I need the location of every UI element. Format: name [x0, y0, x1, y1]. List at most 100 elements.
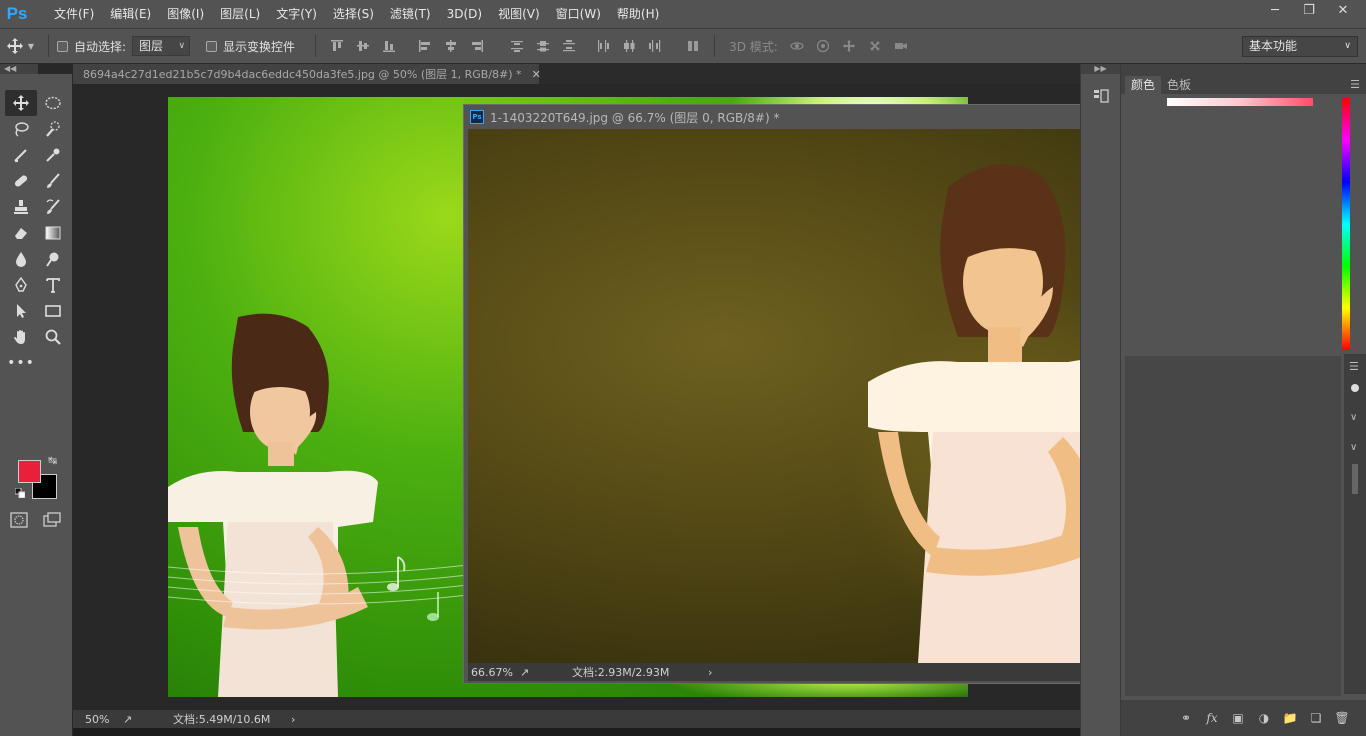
align-right-icon[interactable]	[464, 36, 490, 56]
type-tool[interactable]	[37, 272, 69, 298]
hand-tool[interactable]	[5, 324, 37, 350]
gradient-tool[interactable]	[37, 220, 69, 246]
hue-slider[interactable]	[1342, 98, 1350, 350]
menu-help[interactable]: 帮助(H)	[609, 0, 667, 28]
menu-select[interactable]: 选择(S)	[325, 0, 382, 28]
bandage-icon	[14, 175, 28, 187]
distribute-left-icon[interactable]	[590, 36, 616, 56]
minimize-icon[interactable]: ─	[1258, 0, 1292, 20]
color-spectrum[interactable]	[1167, 98, 1313, 106]
3d-slide-icon[interactable]	[862, 36, 888, 56]
default-colors-icon[interactable]	[15, 488, 25, 498]
brush-tool[interactable]	[37, 168, 69, 194]
menu-view[interactable]: 视图(V)	[490, 0, 548, 28]
share-icon[interactable]: ↗	[123, 713, 153, 726]
menu-3d[interactable]: 3D(D)	[439, 0, 490, 28]
panel-collapse-handle[interactable]: ▶▶	[1081, 64, 1120, 74]
adjustment-layer-icon[interactable]: ◑	[1255, 711, 1273, 725]
history-brush-tool[interactable]	[37, 194, 69, 220]
3d-camera-icon[interactable]	[888, 36, 914, 56]
close-icon[interactable]: ✕	[532, 68, 541, 81]
ellipse-marquee-icon	[45, 96, 61, 110]
blur-tool[interactable]	[5, 246, 37, 272]
rectangle-tool[interactable]	[37, 298, 69, 324]
3d-orbit-icon[interactable]	[784, 36, 810, 56]
3d-drag-icon[interactable]	[836, 36, 862, 56]
zoom-level[interactable]: 50%	[73, 713, 123, 726]
distribute-top-icon[interactable]	[504, 36, 530, 56]
show-transform-checkbox[interactable]	[206, 40, 218, 52]
layer-mask-icon[interactable]: ▣	[1229, 711, 1247, 725]
opacity-slider-knob[interactable]	[1351, 384, 1359, 392]
move-tool-preset[interactable]: ▼	[0, 29, 40, 63]
chevron-down-icon[interactable]: ∨	[1350, 412, 1357, 423]
tab-swatches[interactable]: 色板	[1161, 76, 1197, 94]
quick-mask-icon[interactable]	[10, 512, 28, 528]
panel-menu-icon[interactable]: ☰	[1350, 78, 1360, 91]
layer-style-fx-icon[interactable]: fx	[1203, 711, 1221, 725]
align-bottom-icon[interactable]	[376, 36, 402, 56]
eyedropper-tool[interactable]	[37, 142, 69, 168]
chevron-right-icon[interactable]: ›	[291, 713, 295, 726]
dodge-tool[interactable]	[37, 246, 69, 272]
chevron-down-icon[interactable]: ∨	[1350, 442, 1357, 453]
foreground-color-swatch[interactable]	[18, 460, 41, 483]
distribute-bottom-icon[interactable]	[556, 36, 582, 56]
distribute-vcenter-icon[interactable]	[530, 36, 556, 56]
distribute-hcenter-icon[interactable]	[616, 36, 642, 56]
menu-layer[interactable]: 图层(L)	[212, 0, 268, 28]
align-hcenter-icon[interactable]	[438, 36, 464, 56]
new-layer-icon[interactable]: ❏	[1307, 711, 1325, 725]
toolbar-collapse-handle[interactable]: ◀◀	[0, 64, 38, 74]
eraser-tool[interactable]	[5, 220, 37, 246]
align-vcenter-icon[interactable]	[350, 36, 376, 56]
edit-toolbar-button[interactable]: •••	[5, 350, 37, 376]
restore-icon[interactable]: ❐	[1292, 0, 1326, 20]
divider	[714, 35, 716, 57]
document-tab[interactable]: 8694a4c27d1ed21b5c7d9b4dac6eddc450da3fe5…	[73, 64, 541, 84]
quick-selection-tool[interactable]	[37, 116, 69, 142]
trash-icon[interactable]: 🗑	[1333, 711, 1351, 725]
zoom-tool[interactable]	[37, 324, 69, 350]
pen-tool[interactable]	[5, 272, 37, 298]
chevron-down-icon: ∨	[1344, 41, 1351, 51]
link-layers-icon[interactable]: ⚭	[1177, 711, 1195, 725]
auto-select-dropdown[interactable]: 图层 ∨	[132, 36, 191, 56]
floating-zoom-level[interactable]: 66.67%	[468, 666, 520, 679]
menu-image[interactable]: 图像(I)	[159, 0, 212, 28]
horizontal-scrollbar[interactable]	[73, 728, 1080, 736]
chevron-right-icon[interactable]: ›	[708, 666, 712, 679]
align-top-icon[interactable]	[324, 36, 350, 56]
healing-brush-tool[interactable]	[5, 168, 37, 194]
lasso-tool[interactable]	[5, 116, 37, 142]
elliptical-marquee-tool[interactable]	[37, 90, 69, 116]
distribute-right-icon[interactable]	[642, 36, 668, 56]
menu-filter[interactable]: 滤镜(T)	[382, 0, 439, 28]
screen-mode-icon[interactable]	[43, 512, 61, 528]
auto-select-checkbox[interactable]	[57, 40, 68, 52]
3d-roll-icon[interactable]	[810, 36, 836, 56]
layers-panel-sidebar: ☰ ∨ ∨	[1344, 354, 1366, 694]
auto-select-value: 图层	[139, 39, 164, 53]
menu-type[interactable]: 文字(Y)	[268, 0, 325, 28]
share-icon[interactable]: ↗	[520, 666, 572, 679]
path-selection-tool[interactable]	[5, 298, 37, 324]
align-left-icon[interactable]	[412, 36, 438, 56]
menu-edit[interactable]: 编辑(E)	[102, 0, 159, 28]
clone-stamp-tool[interactable]	[5, 194, 37, 220]
tab-color[interactable]: 颜色	[1125, 76, 1162, 94]
close-icon[interactable]: ✕	[1326, 0, 1360, 20]
menu-window[interactable]: 窗口(W)	[548, 0, 609, 28]
move-tool[interactable]	[5, 90, 37, 116]
tools-panel: ••• ↹	[0, 74, 72, 736]
swap-colors-icon[interactable]: ↹	[48, 454, 57, 467]
workspace-dropdown[interactable]: 基本功能 ∨	[1242, 36, 1358, 57]
gradient-icon	[45, 226, 61, 240]
menu-file[interactable]: 文件(F)	[46, 0, 102, 28]
crop-tool[interactable]	[5, 142, 37, 168]
history-panel-icon[interactable]	[1093, 88, 1109, 104]
panel-menu-icon[interactable]: ☰	[1349, 360, 1359, 373]
auto-align-icon[interactable]	[680, 36, 706, 56]
new-group-icon[interactable]: 📁	[1281, 711, 1299, 725]
vertical-scrollbar[interactable]	[1352, 464, 1358, 494]
